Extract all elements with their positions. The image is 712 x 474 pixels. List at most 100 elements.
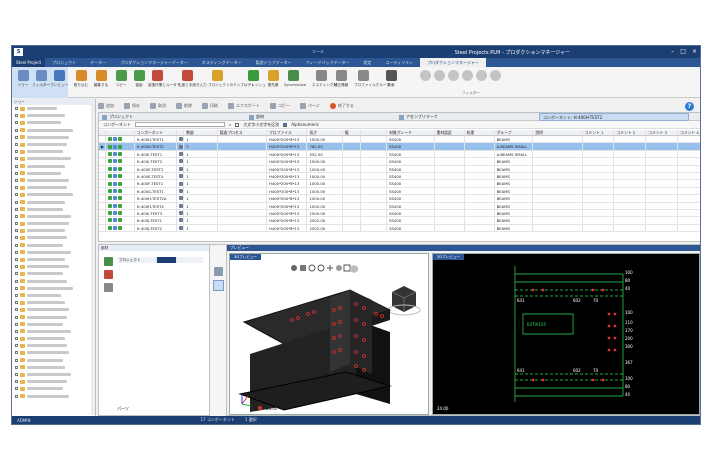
tree-item[interactable]: [12, 378, 95, 385]
edit-icon[interactable]: [178, 218, 183, 223]
expand-icon[interactable]: [15, 193, 18, 197]
table-row[interactable]: H-400I-TEST2 1 H400*200*8*13 1000.00 SS400 BE…: [99, 158, 700, 166]
expand-icon[interactable]: [15, 344, 18, 348]
ribbon-button-1[interactable]: フィルター: [32, 69, 50, 96]
expand-icon[interactable]: [15, 351, 18, 355]
expand-icon[interactable]: [15, 322, 18, 326]
column-header[interactable]: コメント 1: [583, 130, 615, 135]
maximize-button[interactable]: □: [680, 48, 686, 55]
tree-item[interactable]: [12, 141, 95, 148]
tree-item[interactable]: [12, 393, 95, 400]
edit-icon[interactable]: [178, 188, 183, 193]
tree-item[interactable]: [12, 242, 95, 249]
edit-icon[interactable]: [178, 166, 183, 171]
ribbon-button-2[interactable]: プレビュー: [50, 69, 68, 96]
pan-icon[interactable]: [327, 265, 333, 271]
zoom-icon[interactable]: [317, 264, 325, 272]
tree-item[interactable]: [12, 306, 95, 313]
table-row[interactable]: H-400E-TEST4 1 H400*200*8*13 1000.00 SS400 BE…: [99, 172, 700, 181]
expand-icon[interactable]: [15, 272, 18, 276]
ribbon-button-13[interactable]: ネスティング対: [312, 69, 337, 96]
expand-icon[interactable]: [15, 107, 18, 111]
close-button[interactable]: ×: [692, 48, 697, 55]
tab-data[interactable]: データー: [83, 58, 113, 67]
column-header[interactable]: グループ: [495, 130, 534, 135]
view-cube[interactable]: [387, 286, 421, 316]
fit-icon[interactable]: [300, 265, 306, 271]
column-header[interactable]: プロファイル: [267, 130, 308, 135]
column-header[interactable]: [177, 130, 185, 135]
ribbon-button-14[interactable]: 補正情報: [332, 69, 350, 96]
expand-icon[interactable]: [15, 135, 18, 139]
component-selector[interactable]: コンポーネント: H-400H-TEST2: [539, 113, 689, 121]
ribbon-button-16[interactable]: 検索: [382, 69, 400, 96]
expand-icon[interactable]: [15, 308, 18, 312]
column-header[interactable]: [361, 130, 388, 135]
zoom-in-icon[interactable]: [308, 264, 316, 272]
column-header[interactable]: コンポーネント: [135, 130, 177, 135]
expand-icon[interactable]: [15, 164, 18, 168]
edit-icon[interactable]: [178, 225, 183, 230]
ribbon-button-12[interactable]: Synchronize: [284, 69, 306, 96]
expand-icon[interactable]: [15, 286, 18, 290]
minimize-button[interactable]: –: [671, 48, 674, 55]
ribbon-button-9[interactable]: プロジェクトのテンプレート: [208, 69, 255, 96]
tab-2d-preview[interactable]: 2Dプレビュー: [433, 254, 465, 260]
edit-icon[interactable]: [178, 181, 183, 186]
tree-item[interactable]: [12, 227, 95, 234]
tool-icon[interactable]: [103, 283, 113, 292]
expand-icon[interactable]: [15, 229, 18, 233]
tree-item[interactable]: [12, 285, 95, 292]
tab-production-manager[interactable]: プロダクションマネージャー: [420, 58, 486, 67]
table-row[interactable]: H-400E-TEST2 1 H400*200*8*13 1000.00 SS400 BE…: [99, 165, 700, 173]
tree-item[interactable]: [12, 278, 95, 285]
tab-pm-data[interactable]: プロダクションマネージャーデーター: [113, 58, 195, 67]
edit-icon[interactable]: [178, 151, 183, 156]
expand-icon[interactable]: [15, 186, 18, 190]
tree-item[interactable]: [12, 163, 95, 170]
expand-icon[interactable]: [15, 337, 18, 341]
tree-item[interactable]: [12, 105, 95, 112]
expand-icon[interactable]: [15, 128, 18, 132]
expand-icon[interactable]: [15, 258, 18, 262]
case-checkbox[interactable]: [235, 122, 240, 127]
tree-item[interactable]: [12, 234, 95, 241]
column-header[interactable]: [106, 130, 135, 135]
column-header[interactable]: [99, 130, 107, 135]
tree-item[interactable]: [12, 292, 95, 299]
expand-icon[interactable]: [15, 265, 18, 269]
expand-icon[interactable]: [15, 365, 18, 369]
ribbon-button-5[interactable]: コピー: [112, 69, 130, 96]
expand-icon[interactable]: [15, 236, 18, 240]
expand-icon[interactable]: [15, 114, 18, 118]
table-row[interactable]: H-400H-TEST1 1 H400*200*8*13 1000.00 SS400 BE…: [99, 136, 700, 144]
tree-item[interactable]: [12, 342, 95, 349]
filter-input[interactable]: [135, 122, 225, 127]
ribbon-button-7[interactable]: 製造作業とルーター: [148, 69, 180, 96]
tree-item[interactable]: [12, 385, 95, 392]
column-header[interactable]: コメント 4: [678, 130, 700, 135]
expand-icon[interactable]: [15, 293, 18, 297]
tree-item[interactable]: [12, 177, 95, 184]
tree-item[interactable]: [12, 256, 95, 263]
table-row[interactable]: H-400F-TEST1 1 H400*200*8*13 1000.00 SS400 BE…: [99, 180, 700, 188]
expand-icon[interactable]: [15, 358, 18, 362]
expand-icon[interactable]: [15, 279, 18, 283]
expand-icon[interactable]: [15, 380, 18, 384]
column-header[interactable]: 長さ: [307, 130, 343, 135]
tree-item[interactable]: [12, 198, 95, 205]
edit-icon[interactable]: [178, 159, 183, 164]
column-header[interactable]: コメント 3: [646, 130, 678, 135]
tree-item[interactable]: [12, 112, 95, 119]
preview-3d[interactable]: 3Dプレビュー 24.00: [229, 253, 429, 415]
tree-item[interactable]: [12, 170, 95, 177]
ribbon-button-3[interactable]: 取り込む: [72, 69, 90, 96]
table-row[interactable]: H-400H-TEST2A 1 H400*200*8*13 1000.00 SS400 B…: [99, 195, 700, 203]
column-header[interactable]: 説明: [533, 130, 583, 135]
tree-item[interactable]: [12, 191, 95, 198]
cancel-button[interactable]: 取消: [150, 102, 166, 109]
expand-icon[interactable]: [15, 222, 18, 226]
page-button[interactable]: ページ: [299, 102, 320, 109]
ribbon-button-11[interactable]: 優先順: [264, 69, 282, 96]
column-header[interactable]: 素材認証: [435, 130, 465, 135]
